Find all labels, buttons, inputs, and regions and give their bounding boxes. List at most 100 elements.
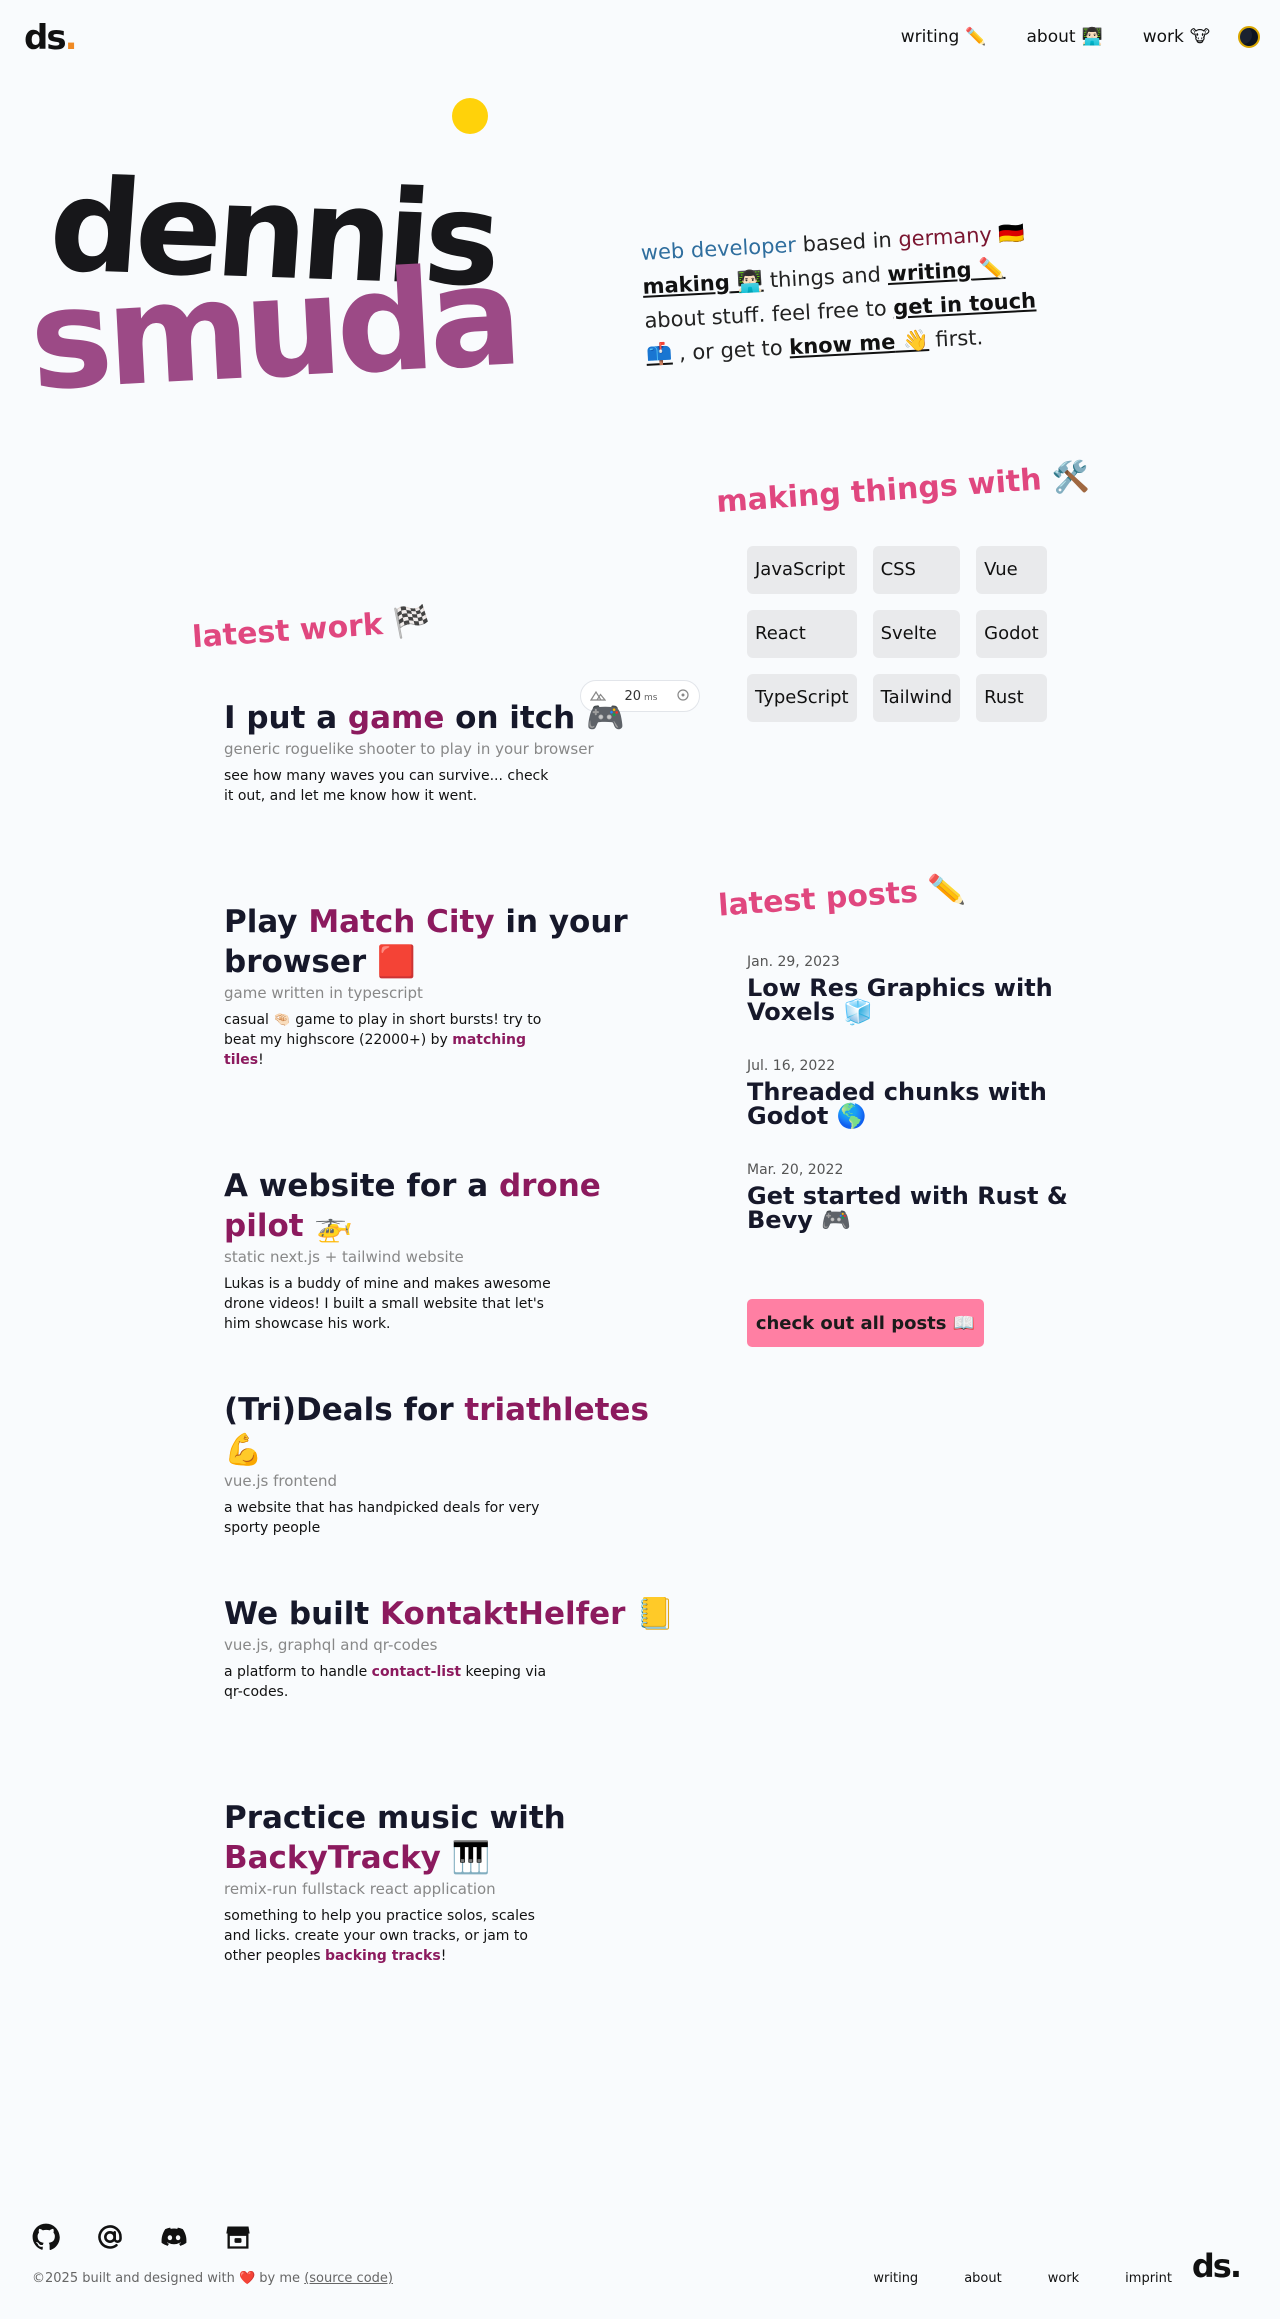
- wave-icon: 👋: [894, 328, 930, 354]
- project-title-pre: Play: [224, 904, 309, 940]
- know-me-label: know me: [788, 329, 896, 360]
- intro-country: germany: [897, 222, 993, 252]
- skill-tag: TypeScript: [747, 674, 857, 722]
- nav-about[interactable]: about 👨🏻‍💻: [1027, 27, 1103, 47]
- project-desc-end: !: [440, 1948, 447, 1964]
- project-title-pre: I put a: [224, 700, 348, 736]
- project-title-highlight: game: [347, 700, 445, 736]
- project-card[interactable]: Play Match City in your browser 🟥 game w…: [224, 902, 684, 1070]
- footer-nav-about[interactable]: about: [964, 2271, 1002, 2286]
- project-subtitle: vue.js, graphql and qr-codes: [224, 1636, 438, 1654]
- project-desc-end: !: [258, 1052, 264, 1068]
- project-desc-text: a website that has handpicked deals for …: [224, 1500, 540, 1536]
- writing-link[interactable]: writing ✏️: [887, 256, 1006, 286]
- cow-icon: 🐮: [1189, 27, 1210, 47]
- discord-icon[interactable]: [158, 2221, 190, 2253]
- post-date: Jul. 16, 2022: [747, 1058, 836, 1074]
- footer-nav-writing[interactable]: writing: [873, 2271, 918, 2286]
- copyright-text: ©2025 built and designed with: [32, 2271, 239, 2286]
- mailbox-icon: 📫: [645, 341, 673, 367]
- site-header: ds. writing ✏️ about 👨🏻‍💻 work 🐮: [0, 0, 1280, 80]
- logo[interactable]: ds.: [24, 18, 78, 58]
- intro-role: web developer: [640, 232, 797, 265]
- project-card[interactable]: Practice music with BackyTracky 🎹 remix-…: [224, 1798, 684, 1966]
- project-title: A website for a drone pilot 🚁: [224, 1166, 684, 1246]
- nav-work-label: work: [1142, 27, 1184, 47]
- skill-tag: JavaScript: [747, 546, 857, 594]
- project-card[interactable]: (Tri)Deals for triathletes 💪 vue.js fron…: [224, 1390, 684, 1538]
- skill-tag: CSS: [872, 546, 961, 594]
- hero-name: dennis smuda: [26, 151, 630, 422]
- project-title: (Tri)Deals for triathletes 💪: [224, 1390, 684, 1470]
- copyright-by: by me: [255, 2271, 305, 2286]
- posts-list: Jan. 29, 2023 Low Res Graphics with Voxe…: [747, 954, 1077, 1266]
- project-title-pre: A website for a: [224, 1168, 499, 1204]
- source-code-link[interactable]: (source code): [304, 2271, 393, 2286]
- footer-nav: writing about work imprint: [873, 2271, 1172, 2286]
- skill-tag: Vue: [976, 546, 1047, 594]
- github-icon[interactable]: [30, 2221, 62, 2253]
- nav-writing[interactable]: writing ✏️: [901, 27, 987, 47]
- project-title-highlight: Match City: [308, 904, 495, 940]
- developer-icon: 👨🏻‍💻: [729, 268, 764, 295]
- nav-about-label: about: [1026, 27, 1076, 47]
- project-title-highlight: triathletes: [464, 1392, 649, 1428]
- making-link-label: making: [642, 270, 731, 299]
- post-date: Mar. 20, 2022: [747, 1162, 844, 1178]
- project-description: casual 🤏🏻 game to play in short bursts! …: [224, 1010, 554, 1070]
- project-description: a website that has handpicked deals for …: [224, 1498, 554, 1538]
- making-link[interactable]: making 👨🏻‍💻: [642, 269, 764, 299]
- latest-posts-heading: latest posts ✏️: [717, 871, 967, 924]
- get-in-touch-label: get in touch: [892, 288, 1037, 320]
- project-title-post: 📒: [625, 1596, 675, 1632]
- project-desc-text: a platform to handle: [224, 1664, 372, 1680]
- footer-logo[interactable]: ds.: [1192, 2247, 1242, 2285]
- project-description: something to help you practice solos, sc…: [224, 1906, 554, 1966]
- footer-nav-imprint[interactable]: imprint: [1125, 2271, 1172, 2286]
- all-posts-button[interactable]: check out all posts 📖: [747, 1299, 984, 1347]
- project-title-post: on itch 🎮: [444, 700, 625, 736]
- project-description: a platform to handle contact-list keepin…: [224, 1662, 554, 1702]
- skill-tag: React: [747, 610, 857, 658]
- sun-decoration: [452, 98, 488, 134]
- skill-tag: Tailwind: [872, 674, 961, 722]
- project-title-pre: Practice music with: [224, 1800, 566, 1836]
- post-item[interactable]: Mar. 20, 2022 Get started with Rust & Be…: [747, 1162, 1077, 1232]
- post-title: Get started with Rust & Bevy 🎮: [747, 1182, 1068, 1234]
- social-links: [30, 2221, 286, 2253]
- project-title-highlight: KontaktHelfer: [380, 1596, 626, 1632]
- nav-work[interactable]: work 🐮: [1143, 27, 1210, 47]
- project-description: Lukas is a buddy of mine and makes aweso…: [224, 1274, 554, 1334]
- germany-flag-icon: 🇩🇪: [991, 220, 1026, 247]
- know-me-link[interactable]: know me 👋: [789, 328, 930, 359]
- project-title-pre: (Tri)Deals for: [224, 1392, 465, 1428]
- logo-dot: .: [64, 18, 78, 58]
- project-card[interactable]: A website for a drone pilot 🚁 static nex…: [224, 1166, 684, 1334]
- project-card[interactable]: We built KontaktHelfer 📒 vue.js, graphql…: [224, 1594, 684, 1702]
- copyright: ©2025 built and designed with ❤️ by me (…: [32, 2271, 393, 2286]
- post-item[interactable]: Jul. 16, 2022 Threaded chunks with Godot…: [747, 1058, 1077, 1128]
- intro-text-3: about stuff. feel free to: [643, 295, 894, 333]
- logo-text: ds: [24, 18, 67, 58]
- project-title-post: 🚁: [303, 1208, 353, 1244]
- post-item[interactable]: Jan. 29, 2023 Low Res Graphics with Voxe…: [747, 954, 1077, 1024]
- email-icon[interactable]: [94, 2221, 126, 2253]
- pencil-icon: ✏️: [970, 255, 1006, 282]
- project-title-highlight: BackyTracky: [224, 1840, 441, 1876]
- making-things-heading: making things with 🛠️: [715, 459, 1091, 520]
- project-subtitle: game written in typescript: [224, 984, 423, 1002]
- writing-link-label: writing: [886, 257, 973, 287]
- theme-toggle-moon-icon[interactable]: [1238, 26, 1260, 48]
- project-card[interactable]: I put a game on itch 🎮 generic roguelike…: [224, 698, 684, 806]
- project-title: We built KontaktHelfer 📒: [224, 1594, 684, 1634]
- latest-work-heading: latest work 🏁: [191, 603, 432, 656]
- contact-list-link[interactable]: contact-list: [372, 1664, 461, 1680]
- backing-tracks-link[interactable]: backing tracks: [325, 1948, 441, 1964]
- hero-last-name: smuda: [26, 235, 520, 422]
- project-subtitle: static next.js + tailwind website: [224, 1248, 464, 1266]
- store-icon[interactable]: [222, 2221, 254, 2253]
- intro-text-5: first.: [928, 325, 984, 353]
- footer-nav-work[interactable]: work: [1048, 2271, 1079, 2286]
- project-subtitle: generic roguelike shooter to play in you…: [224, 740, 594, 758]
- skill-tag: Svelte: [872, 610, 961, 658]
